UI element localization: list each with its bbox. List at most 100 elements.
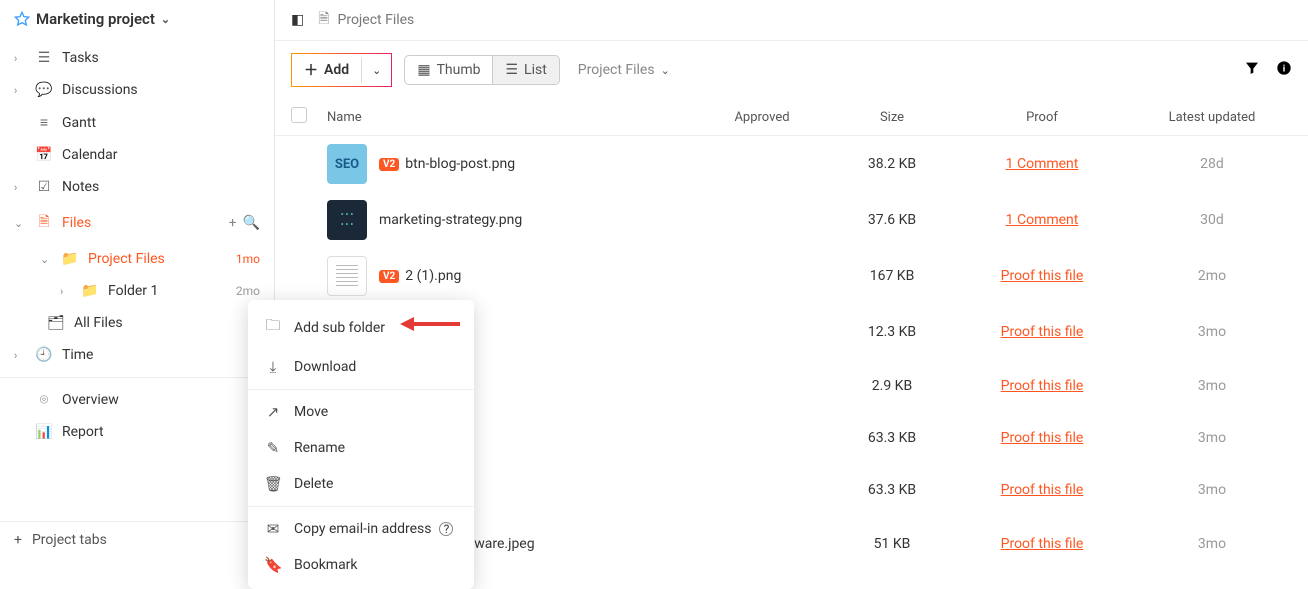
list-icon: ☰ [505, 62, 518, 78]
panel-toggle-icon[interactable]: ◧ [291, 12, 304, 28]
file-name: 2 (1).png [405, 268, 461, 284]
add-file-icon[interactable]: + [229, 215, 237, 231]
notes-icon: ☑ [36, 179, 52, 195]
menu-label: Bookmark [294, 557, 358, 573]
sidebar-item-calendar[interactable]: 📅 Calendar [0, 139, 274, 171]
menu-item-download[interactable]: ⤓ Download [248, 349, 474, 385]
divider [248, 389, 474, 390]
clock-icon: 🕘 [36, 347, 52, 363]
menu-label: Copy email-in address [294, 521, 431, 537]
thumb-label: Thumb [437, 62, 481, 78]
chart-icon: 📊 [36, 424, 52, 440]
nav-label: Discussions [62, 82, 138, 98]
caret-right-icon: › [14, 84, 26, 97]
trash-icon: 🗑 [264, 475, 282, 493]
info-icon[interactable]: i [1276, 60, 1292, 80]
size-cell: 37.6 KB [832, 212, 952, 228]
sidebar-item-time[interactable]: › 🕘 Time [0, 339, 274, 371]
column-updated[interactable]: Latest updated [1132, 110, 1292, 125]
column-size[interactable]: Size [832, 110, 952, 125]
annotation-arrow [400, 314, 460, 334]
column-approved[interactable]: Approved [692, 110, 832, 125]
folder-icon: 🗀 [264, 315, 282, 340]
file-name: marketing-strategy.png [379, 212, 522, 228]
table-row[interactable]: V2 2 (1).png 167 KB Proof this file 2mo [275, 248, 1308, 304]
version-badge: V2 [379, 158, 399, 171]
sidebar-item-folder-1[interactable]: › 📁 Folder 1 2mo [40, 275, 274, 307]
table-row[interactable]: SEO V2 btn-blog-post.png 38.2 KB 1 Comme… [275, 136, 1308, 192]
pencil-icon: ✎ [264, 439, 282, 457]
plus-icon: ＋ [304, 60, 318, 80]
nav-label: Folder 1 [108, 283, 158, 299]
proof-link[interactable]: Proof this file [1001, 268, 1084, 284]
divider [0, 377, 274, 378]
sidebar-item-report[interactable]: 📊 Report [0, 416, 274, 448]
column-name[interactable]: Name [321, 110, 692, 125]
divider [248, 506, 474, 507]
caret-right-icon: › [60, 285, 72, 298]
version-badge: V2 [379, 270, 399, 283]
caret-down-icon: ⌄ [40, 253, 52, 266]
sidebar-item-gantt[interactable]: ≡ Gantt [0, 106, 274, 139]
sidebar-item-overview[interactable]: ⌾ Overview [0, 384, 274, 416]
updated-cell: 3mo [1132, 430, 1292, 446]
project-selector[interactable]: Marketing project ⌄ [0, 0, 274, 38]
proof-link[interactable]: 1 Comment [1006, 212, 1079, 228]
view-list-button[interactable]: ☰ List [492, 56, 558, 84]
menu-label: Download [294, 359, 356, 375]
chevron-down-icon: ⌄ [161, 13, 170, 26]
add-dropdown-caret[interactable]: ⌄ [361, 58, 391, 83]
filter-icon[interactable] [1244, 60, 1260, 80]
search-icon[interactable]: 🔍 [243, 215, 260, 231]
proof-link[interactable]: Proof this file [1001, 482, 1084, 498]
proof-link[interactable]: Proof this file [1001, 378, 1084, 394]
proof-link[interactable]: Proof this file [1001, 324, 1084, 340]
add-label: Add [324, 62, 349, 78]
sidebar-item-files[interactable]: ⌄ 🗎 Files + 🔍 [0, 203, 274, 243]
time-ago: 1mo [236, 252, 260, 266]
proof-link[interactable]: 1 Comment [1006, 156, 1079, 172]
file-thumbnail [327, 256, 367, 296]
proof-link[interactable]: Proof this file [1001, 430, 1084, 446]
menu-item-move[interactable]: ↗ Move [248, 394, 474, 430]
folder-dropdown[interactable]: Project Files ⌄ [572, 62, 676, 78]
files-icon: 🗎 [36, 211, 52, 235]
updated-cell: 3mo [1132, 324, 1292, 340]
view-thumb-button[interactable]: ▦ Thumb [405, 56, 492, 84]
folder-icon: 📁 [82, 283, 98, 299]
table-row[interactable]: marketing-strategy.png 37.6 KB 1 Comment… [275, 192, 1308, 248]
updated-cell: 3mo [1132, 482, 1292, 498]
menu-item-delete[interactable]: 🗑 Delete [248, 466, 474, 502]
size-cell: 167 KB [832, 268, 952, 284]
sidebar-item-notes[interactable]: › ☑ Notes [0, 171, 274, 203]
project-name: Marketing project [36, 10, 155, 28]
sidebar-item-project-files[interactable]: ⌄ 📁 Project Files 1mo [20, 243, 274, 275]
time-ago: 2mo [236, 284, 260, 298]
sidebar-nav: › ☰ Tasks › 💬 Discussions ≡ Gantt 📅 Cale… [0, 38, 274, 521]
add-button[interactable]: ＋ Add ⌄ [291, 53, 392, 87]
updated-cell: 3mo [1132, 536, 1292, 552]
menu-item-bookmark[interactable]: 🔖 Bookmark [248, 547, 474, 583]
size-cell: 2.9 KB [832, 378, 952, 394]
help-icon[interactable]: ? [439, 522, 453, 536]
nav-label: Notes [62, 179, 99, 195]
column-proof[interactable]: Proof [952, 110, 1132, 125]
menu-label: Add sub folder [294, 320, 385, 336]
sidebar-item-discussions[interactable]: › 💬 Discussions [0, 74, 274, 106]
envelope-icon: ✉ [264, 520, 282, 538]
nav-label: Time [62, 347, 93, 363]
nav-label: Gantt [62, 115, 96, 131]
sidebar-item-all-files[interactable]: 🗂 All Files [20, 307, 274, 339]
menu-item-copy-email[interactable]: ✉ Copy email-in address ? [248, 511, 474, 547]
star-icon [14, 11, 30, 27]
updated-cell: 30d [1132, 212, 1292, 228]
menu-item-rename[interactable]: ✎ Rename [248, 430, 474, 466]
tasks-icon: ☰ [36, 50, 52, 66]
project-tabs-button[interactable]: + Project tabs [0, 521, 274, 558]
menu-label: Move [294, 404, 328, 420]
nav-label: Tasks [62, 50, 99, 66]
proof-link[interactable]: Proof this file [1001, 536, 1084, 552]
size-cell: 51 KB [832, 536, 952, 552]
select-all-checkbox[interactable] [291, 107, 307, 123]
sidebar-item-tasks[interactable]: › ☰ Tasks [0, 42, 274, 74]
